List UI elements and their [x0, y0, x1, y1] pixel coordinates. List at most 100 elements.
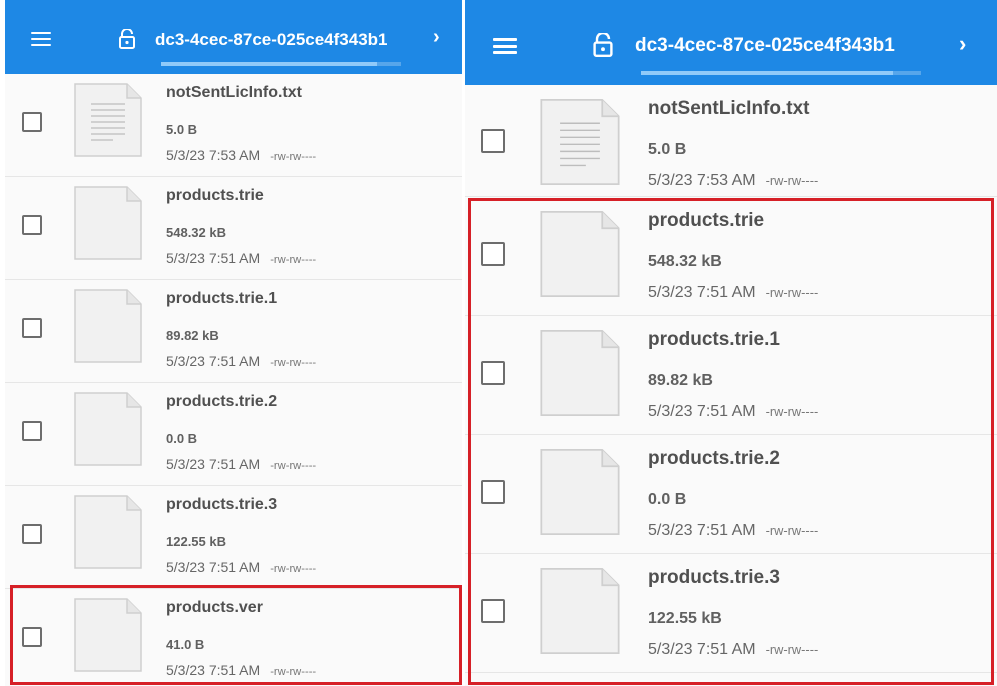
file-size: 5.0 B — [166, 122, 198, 137]
path-title[interactable]: dc3-4cec-87ce-025ce4f343b1 — [635, 35, 895, 57]
file-date-row: 5/3/23 7:51 AM -rw-rw---- — [648, 522, 818, 540]
file-row[interactable]: products.trie.2 0.0 B 5/3/23 7:51 AM -rw-… — [465, 435, 997, 554]
progress-fill — [161, 62, 377, 66]
file-icon — [73, 288, 143, 364]
file-date-row: 5/3/23 7:53 AM -rw-rw---- — [166, 147, 316, 163]
text-file-icon — [73, 82, 143, 158]
file-row[interactable]: products.trie 548.32 kB 5/3/23 7:51 AM -r… — [5, 177, 462, 280]
file-date: 5/3/23 7:51 AM — [648, 522, 756, 539]
file-list: notSentLicInfo.txt 5.0 B 5/3/23 7:53 AM -… — [465, 85, 997, 673]
file-row[interactable]: products.trie.1 89.82 kB 5/3/23 7:51 AM -… — [5, 280, 462, 383]
file-icon — [73, 391, 143, 467]
file-date: 5/3/23 7:51 AM — [166, 250, 261, 266]
file-permissions: -rw-rw---- — [765, 523, 819, 538]
file-date-row: 5/3/23 7:53 AM -rw-rw---- — [648, 172, 818, 190]
select-checkbox[interactable] — [481, 599, 505, 623]
file-meta: products.trie.3 122.55 kB 5/3/23 7:51 AM… — [166, 486, 316, 575]
app-bar: dc3-4cec-87ce-025ce4f343b1 › — [5, 0, 462, 74]
file-meta: products.trie.2 0.0 B 5/3/23 7:51 AM -rw-… — [166, 383, 316, 472]
file-row[interactable]: products.trie.1 89.82 kB 5/3/23 7:51 AM -… — [465, 316, 997, 435]
file-size: 89.82 kB — [166, 328, 219, 343]
hamburger-menu-icon[interactable] — [493, 38, 517, 54]
file-meta: products.trie.1 89.82 kB 5/3/23 7:51 AM -… — [648, 316, 818, 421]
file-meta: notSentLicInfo.txt 5.0 B 5/3/23 7:53 AM -… — [648, 85, 818, 190]
right-file-browser: dc3-4cec-87ce-025ce4f343b1 › notSentLicI… — [465, 0, 997, 686]
file-permissions: -rw-rw---- — [270, 460, 317, 472]
file-list: notSentLicInfo.txt 5.0 B 5/3/23 7:53 AM -… — [5, 74, 462, 686]
file-name: products.trie.2 — [166, 393, 278, 410]
app-bar: dc3-4cec-87ce-025ce4f343b1 › — [465, 0, 997, 85]
file-name: notSentLicInfo.txt — [166, 84, 302, 101]
file-meta: products.trie.3 122.55 kB 5/3/23 7:51 AM… — [648, 554, 818, 659]
progress-fill — [641, 71, 893, 75]
file-row[interactable]: products.trie 548.32 kB 5/3/23 7:51 AM -r… — [465, 197, 997, 316]
select-checkbox[interactable] — [481, 480, 505, 504]
select-checkbox[interactable] — [22, 215, 42, 235]
file-date: 5/3/23 7:51 AM — [648, 641, 756, 658]
file-permissions: -rw-rw---- — [765, 173, 819, 188]
file-date: 5/3/23 7:51 AM — [166, 353, 261, 369]
file-name: notSentLicInfo.txt — [648, 98, 810, 119]
path-title[interactable]: dc3-4cec-87ce-025ce4f343b1 — [155, 30, 388, 50]
file-row[interactable]: products.trie.3 122.55 kB 5/3/23 7:51 AM… — [465, 554, 997, 673]
file-date-row: 5/3/23 7:51 AM -rw-rw---- — [166, 456, 316, 472]
file-size: 548.32 kB — [166, 225, 226, 240]
select-checkbox[interactable] — [22, 627, 42, 647]
file-date: 5/3/23 7:51 AM — [648, 284, 756, 301]
file-row[interactable]: notSentLicInfo.txt 5.0 B 5/3/23 7:53 AM -… — [5, 74, 462, 177]
left-file-browser: dc3-4cec-87ce-025ce4f343b1 › notSentLicI… — [5, 0, 462, 686]
select-checkbox[interactable] — [481, 361, 505, 385]
file-icon — [73, 185, 143, 261]
file-size: 548.32 kB — [648, 253, 722, 270]
file-name: products.trie.3 — [166, 496, 278, 513]
file-permissions: -rw-rw---- — [765, 642, 819, 657]
hamburger-menu-icon[interactable] — [31, 32, 51, 46]
select-checkbox[interactable] — [22, 524, 42, 544]
file-row[interactable]: products.trie.2 0.0 B 5/3/23 7:51 AM -rw-… — [5, 383, 462, 486]
file-permissions: -rw-rw---- — [270, 357, 317, 369]
file-date-row: 5/3/23 7:51 AM -rw-rw---- — [166, 559, 316, 575]
select-checkbox[interactable] — [22, 421, 42, 441]
file-icon — [73, 494, 143, 570]
file-date: 5/3/23 7:51 AM — [166, 662, 261, 678]
lock-open-icon — [593, 33, 613, 57]
file-meta: notSentLicInfo.txt 5.0 B 5/3/23 7:53 AM -… — [166, 74, 316, 163]
select-checkbox[interactable] — [481, 242, 505, 266]
file-meta: products.ver 41.0 B 5/3/23 7:51 AM -rw-rw… — [166, 589, 316, 678]
storage-progress-bar — [161, 62, 401, 66]
chevron-right-icon[interactable]: › — [959, 31, 966, 57]
file-row[interactable]: products.trie.3 122.55 kB 5/3/23 7:51 AM… — [5, 486, 462, 589]
file-name: products.trie.1 — [648, 329, 780, 350]
file-permissions: -rw-rw---- — [270, 666, 317, 678]
file-date: 5/3/23 7:51 AM — [648, 403, 756, 420]
file-icon — [73, 597, 143, 673]
file-row[interactable]: products.ver 41.0 B 5/3/23 7:51 AM -rw-rw… — [5, 589, 462, 686]
file-date-row: 5/3/23 7:51 AM -rw-rw---- — [166, 662, 316, 678]
file-date: 5/3/23 7:51 AM — [166, 559, 261, 575]
file-date-row: 5/3/23 7:51 AM -rw-rw---- — [166, 250, 316, 266]
file-icon — [539, 447, 621, 537]
file-meta: products.trie.1 89.82 kB 5/3/23 7:51 AM -… — [166, 280, 316, 369]
file-icon — [539, 328, 621, 418]
file-name: products.trie — [166, 187, 264, 204]
file-size: 122.55 kB — [166, 534, 226, 549]
storage-progress-bar — [641, 71, 921, 75]
file-date: 5/3/23 7:53 AM — [166, 147, 261, 163]
file-permissions: -rw-rw---- — [270, 151, 317, 163]
file-date: 5/3/23 7:51 AM — [166, 456, 261, 472]
file-date-row: 5/3/23 7:51 AM -rw-rw---- — [648, 403, 818, 421]
lock-open-icon — [119, 29, 135, 49]
select-checkbox[interactable] — [22, 112, 42, 132]
chevron-right-icon[interactable]: › — [433, 26, 440, 49]
file-permissions: -rw-rw---- — [270, 563, 317, 575]
file-date-row: 5/3/23 7:51 AM -rw-rw---- — [648, 641, 818, 659]
select-checkbox[interactable] — [481, 129, 505, 153]
file-date-row: 5/3/23 7:51 AM -rw-rw---- — [166, 353, 316, 369]
file-date: 5/3/23 7:53 AM — [648, 172, 756, 189]
file-name: products.trie.2 — [648, 448, 780, 469]
file-row[interactable]: notSentLicInfo.txt 5.0 B 5/3/23 7:53 AM -… — [465, 85, 997, 197]
file-size: 5.0 B — [648, 141, 687, 158]
select-checkbox[interactable] — [22, 318, 42, 338]
file-date-row: 5/3/23 7:51 AM -rw-rw---- — [648, 284, 818, 302]
file-name: products.trie.1 — [166, 290, 278, 307]
